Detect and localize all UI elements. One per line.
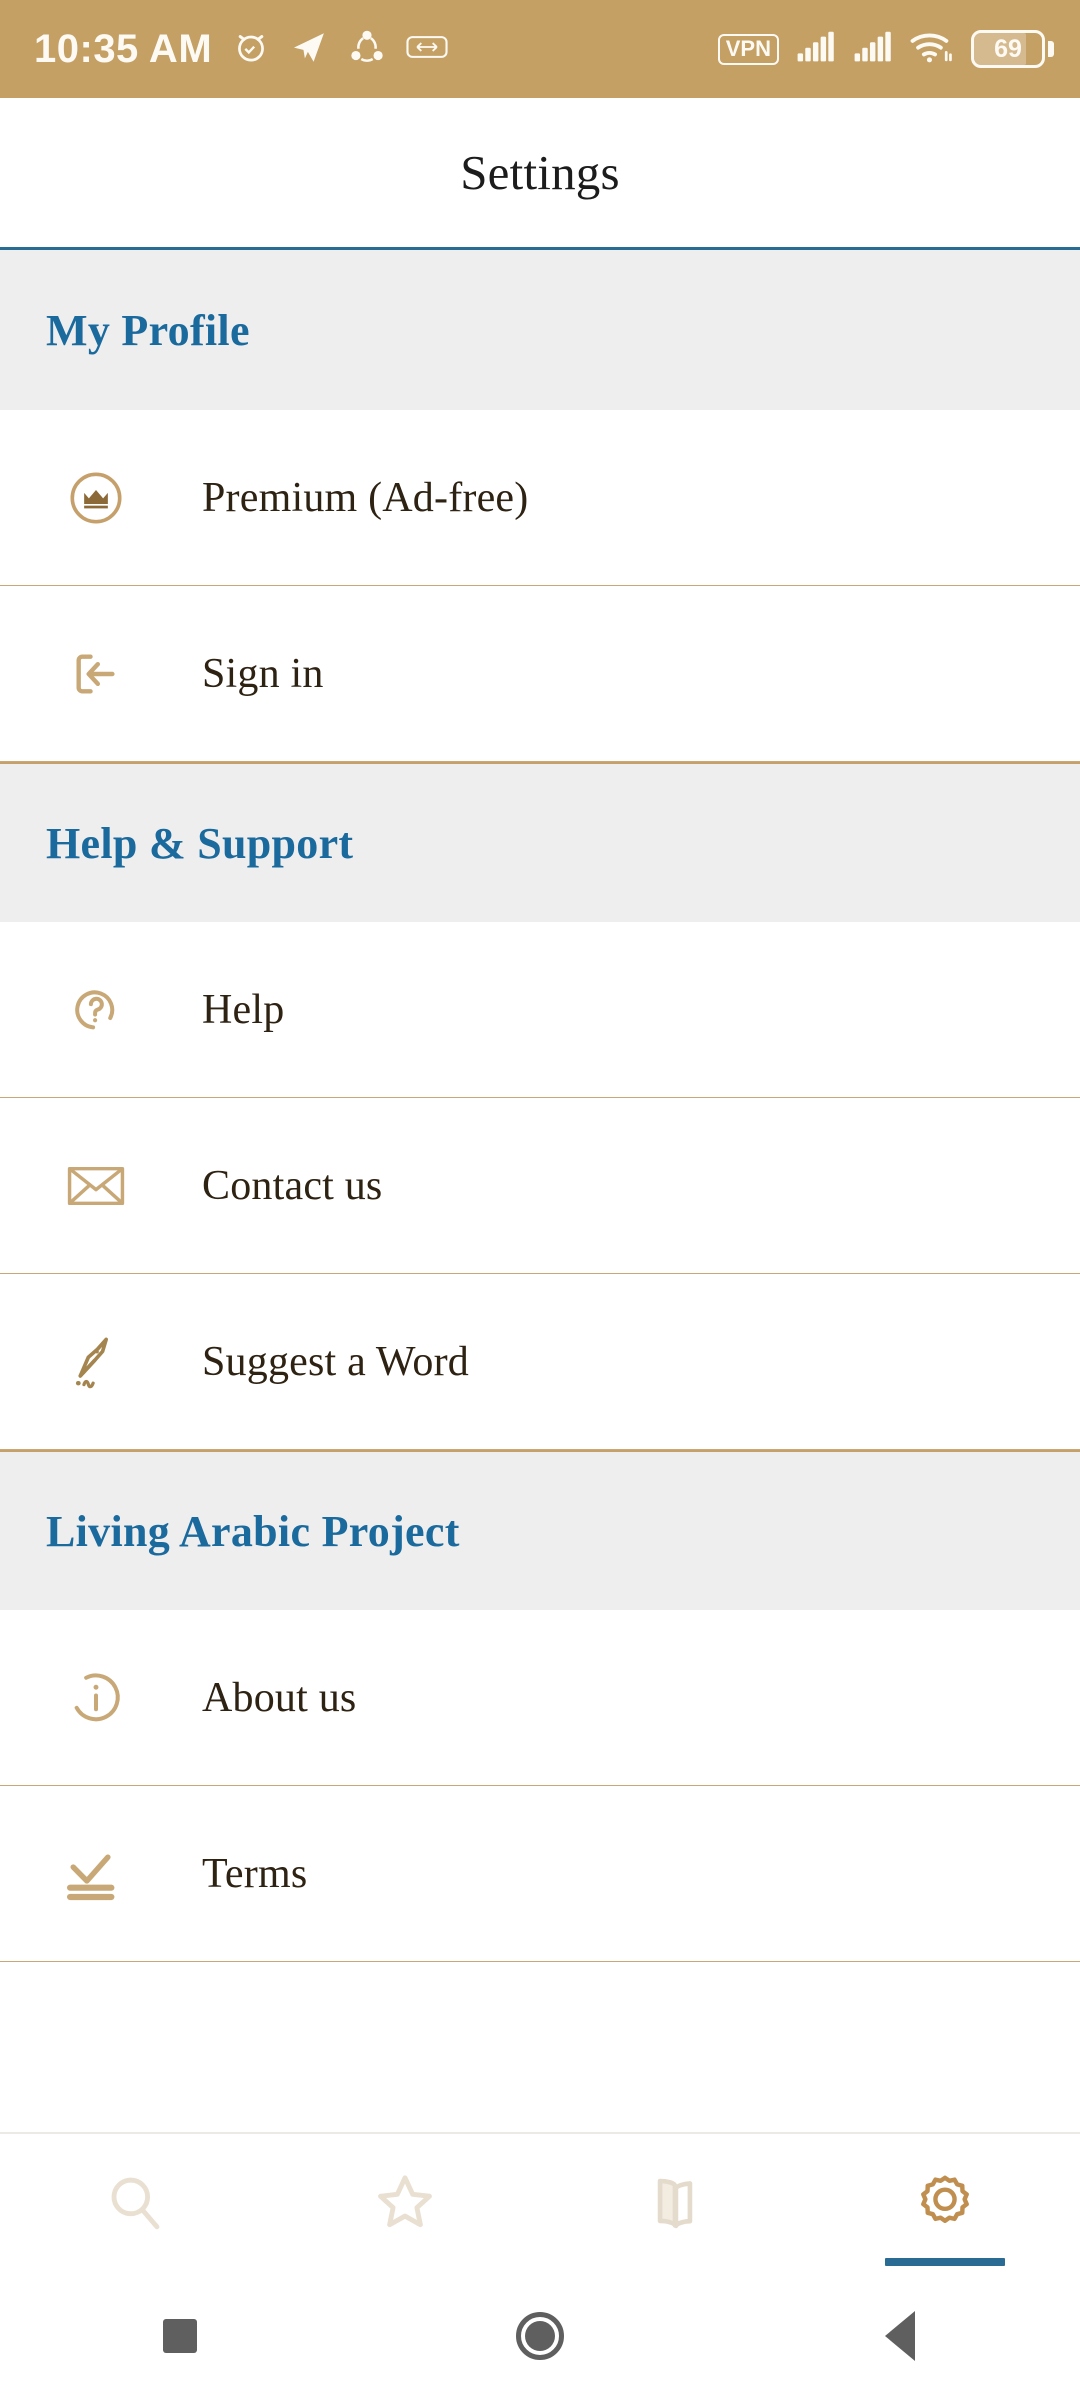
recents-square-icon[interactable] [120, 2272, 240, 2400]
status-clock: 10:35 AM [34, 26, 213, 71]
row-label: About us [202, 1674, 357, 1721]
alarm-icon [232, 28, 270, 71]
row-label: Suggest a Word [202, 1338, 469, 1385]
status-bar-right: VPN 69 [717, 30, 1054, 69]
shareit-icon [348, 28, 386, 71]
section-header-help-support: Help & Support [0, 762, 1080, 922]
bottom-tab-bar [0, 2132, 1080, 2272]
status-bar-left: 10:35 AM [34, 27, 448, 72]
sign-in-icon [48, 643, 144, 705]
terms-check-icon [48, 1843, 144, 1905]
row-premium[interactable]: Premium (Ad-free) [0, 410, 1080, 586]
section-header-my-profile: My Profile [0, 250, 1080, 410]
row-contact-us[interactable]: Contact us [0, 1098, 1080, 1274]
list-empty-space [0, 1962, 1080, 2132]
section-title: Living Arabic Project [46, 1506, 460, 1556]
vpn-badge: VPN [717, 33, 779, 65]
status-bar: 10:35 AM VPN 69 [0, 0, 1080, 98]
crown-circle-icon [48, 467, 144, 529]
active-tab-indicator [885, 2258, 1005, 2266]
row-about-us[interactable]: About us [0, 1610, 1080, 1786]
card-icon [406, 32, 448, 67]
tab-settings[interactable] [810, 2134, 1080, 2272]
tab-flashcards[interactable] [540, 2134, 810, 2272]
android-nav-bar [0, 2272, 1080, 2400]
section-title: Help & Support [46, 818, 354, 868]
signal-icon-1 [796, 31, 836, 68]
row-label: Help [202, 986, 285, 1033]
tab-search[interactable] [0, 2134, 270, 2272]
star-icon [370, 2162, 440, 2244]
row-sign-in[interactable]: Sign in [0, 586, 1080, 762]
gear-icon [910, 2162, 980, 2244]
telegram-icon [290, 28, 328, 71]
row-terms[interactable]: Terms [0, 1786, 1080, 1962]
row-label: Premium (Ad-free) [202, 474, 529, 521]
wifi-icon [910, 30, 954, 69]
row-help[interactable]: Help [0, 922, 1080, 1098]
info-circle-icon [48, 1667, 144, 1729]
row-label: Sign in [202, 650, 324, 697]
pen-nib-icon [48, 1331, 144, 1393]
home-circle-icon[interactable] [480, 2272, 600, 2400]
signal-icon-2 [853, 31, 893, 68]
row-suggest-a-word[interactable]: Suggest a Word [0, 1274, 1080, 1450]
back-triangle-icon[interactable] [840, 2272, 960, 2400]
magnifier-icon [100, 2162, 170, 2244]
settings-list: My Profile Premium (Ad-free) Sign in Hel… [0, 250, 1080, 2132]
question-circle-icon [48, 979, 144, 1041]
page-title: Settings [460, 145, 620, 200]
tab-favorites[interactable] [270, 2134, 540, 2272]
section-title: My Profile [46, 305, 250, 355]
envelope-icon [48, 1161, 144, 1211]
phone-screen: 10:35 AM VPN 69 Settings My Profile Prem… [0, 0, 1080, 2400]
battery-indicator: 69 [971, 30, 1054, 68]
book-icon [640, 2162, 710, 2244]
battery-percent: 69 [994, 34, 1022, 63]
row-label: Terms [202, 1850, 308, 1897]
section-header-living-arabic-project: Living Arabic Project [0, 1450, 1080, 1610]
app-bar: Settings [0, 98, 1080, 250]
row-label: Contact us [202, 1162, 383, 1209]
